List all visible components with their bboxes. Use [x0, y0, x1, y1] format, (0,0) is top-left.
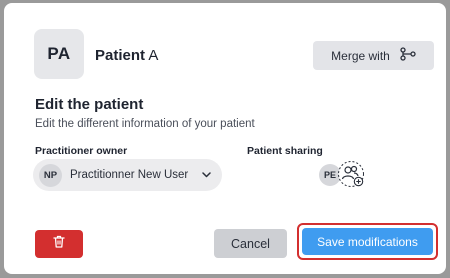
- practitioner-avatar: NP: [39, 163, 62, 187]
- patient-last-name: A: [148, 47, 159, 64]
- patient-sharing-label: Patient sharing: [247, 145, 323, 157]
- practitioner-selected-value: Practitionner New User: [70, 169, 189, 181]
- practitioner-initials: NP: [43, 169, 58, 181]
- delete-patient-button[interactable]: [35, 230, 83, 258]
- save-modifications-button[interactable]: Save modifications: [302, 228, 433, 255]
- merge-button-label: Merge with: [331, 48, 390, 63]
- trash-icon: [53, 235, 65, 253]
- shared-practitioner-initials: PE: [323, 170, 336, 180]
- practitioner-owner-label: Practitioner owner: [35, 145, 128, 157]
- patient-first-name: Patient: [95, 47, 146, 64]
- patient-name: Patient A: [95, 47, 158, 64]
- cancel-button-label: Cancel: [231, 236, 270, 251]
- save-button-highlight: Save modifications: [297, 223, 438, 260]
- patient-initials: PA: [47, 44, 71, 63]
- merge-branch-icon: [400, 47, 416, 64]
- save-button-label: Save modifications: [317, 234, 418, 249]
- add-user-group-icon[interactable]: [337, 160, 365, 188]
- merge-with-button[interactable]: Merge with: [313, 41, 434, 70]
- section-title: Edit the patient: [35, 96, 144, 113]
- cancel-button[interactable]: Cancel: [214, 229, 287, 258]
- chevron-down-icon: [202, 172, 211, 178]
- practitioner-owner-select[interactable]: NP Practitionner New User: [33, 159, 222, 191]
- section-subtitle: Edit the different information of your p…: [35, 118, 255, 130]
- edit-patient-dialog: PA Patient A Merge with Edit the patient…: [4, 3, 446, 274]
- patient-avatar: PA: [34, 29, 84, 79]
